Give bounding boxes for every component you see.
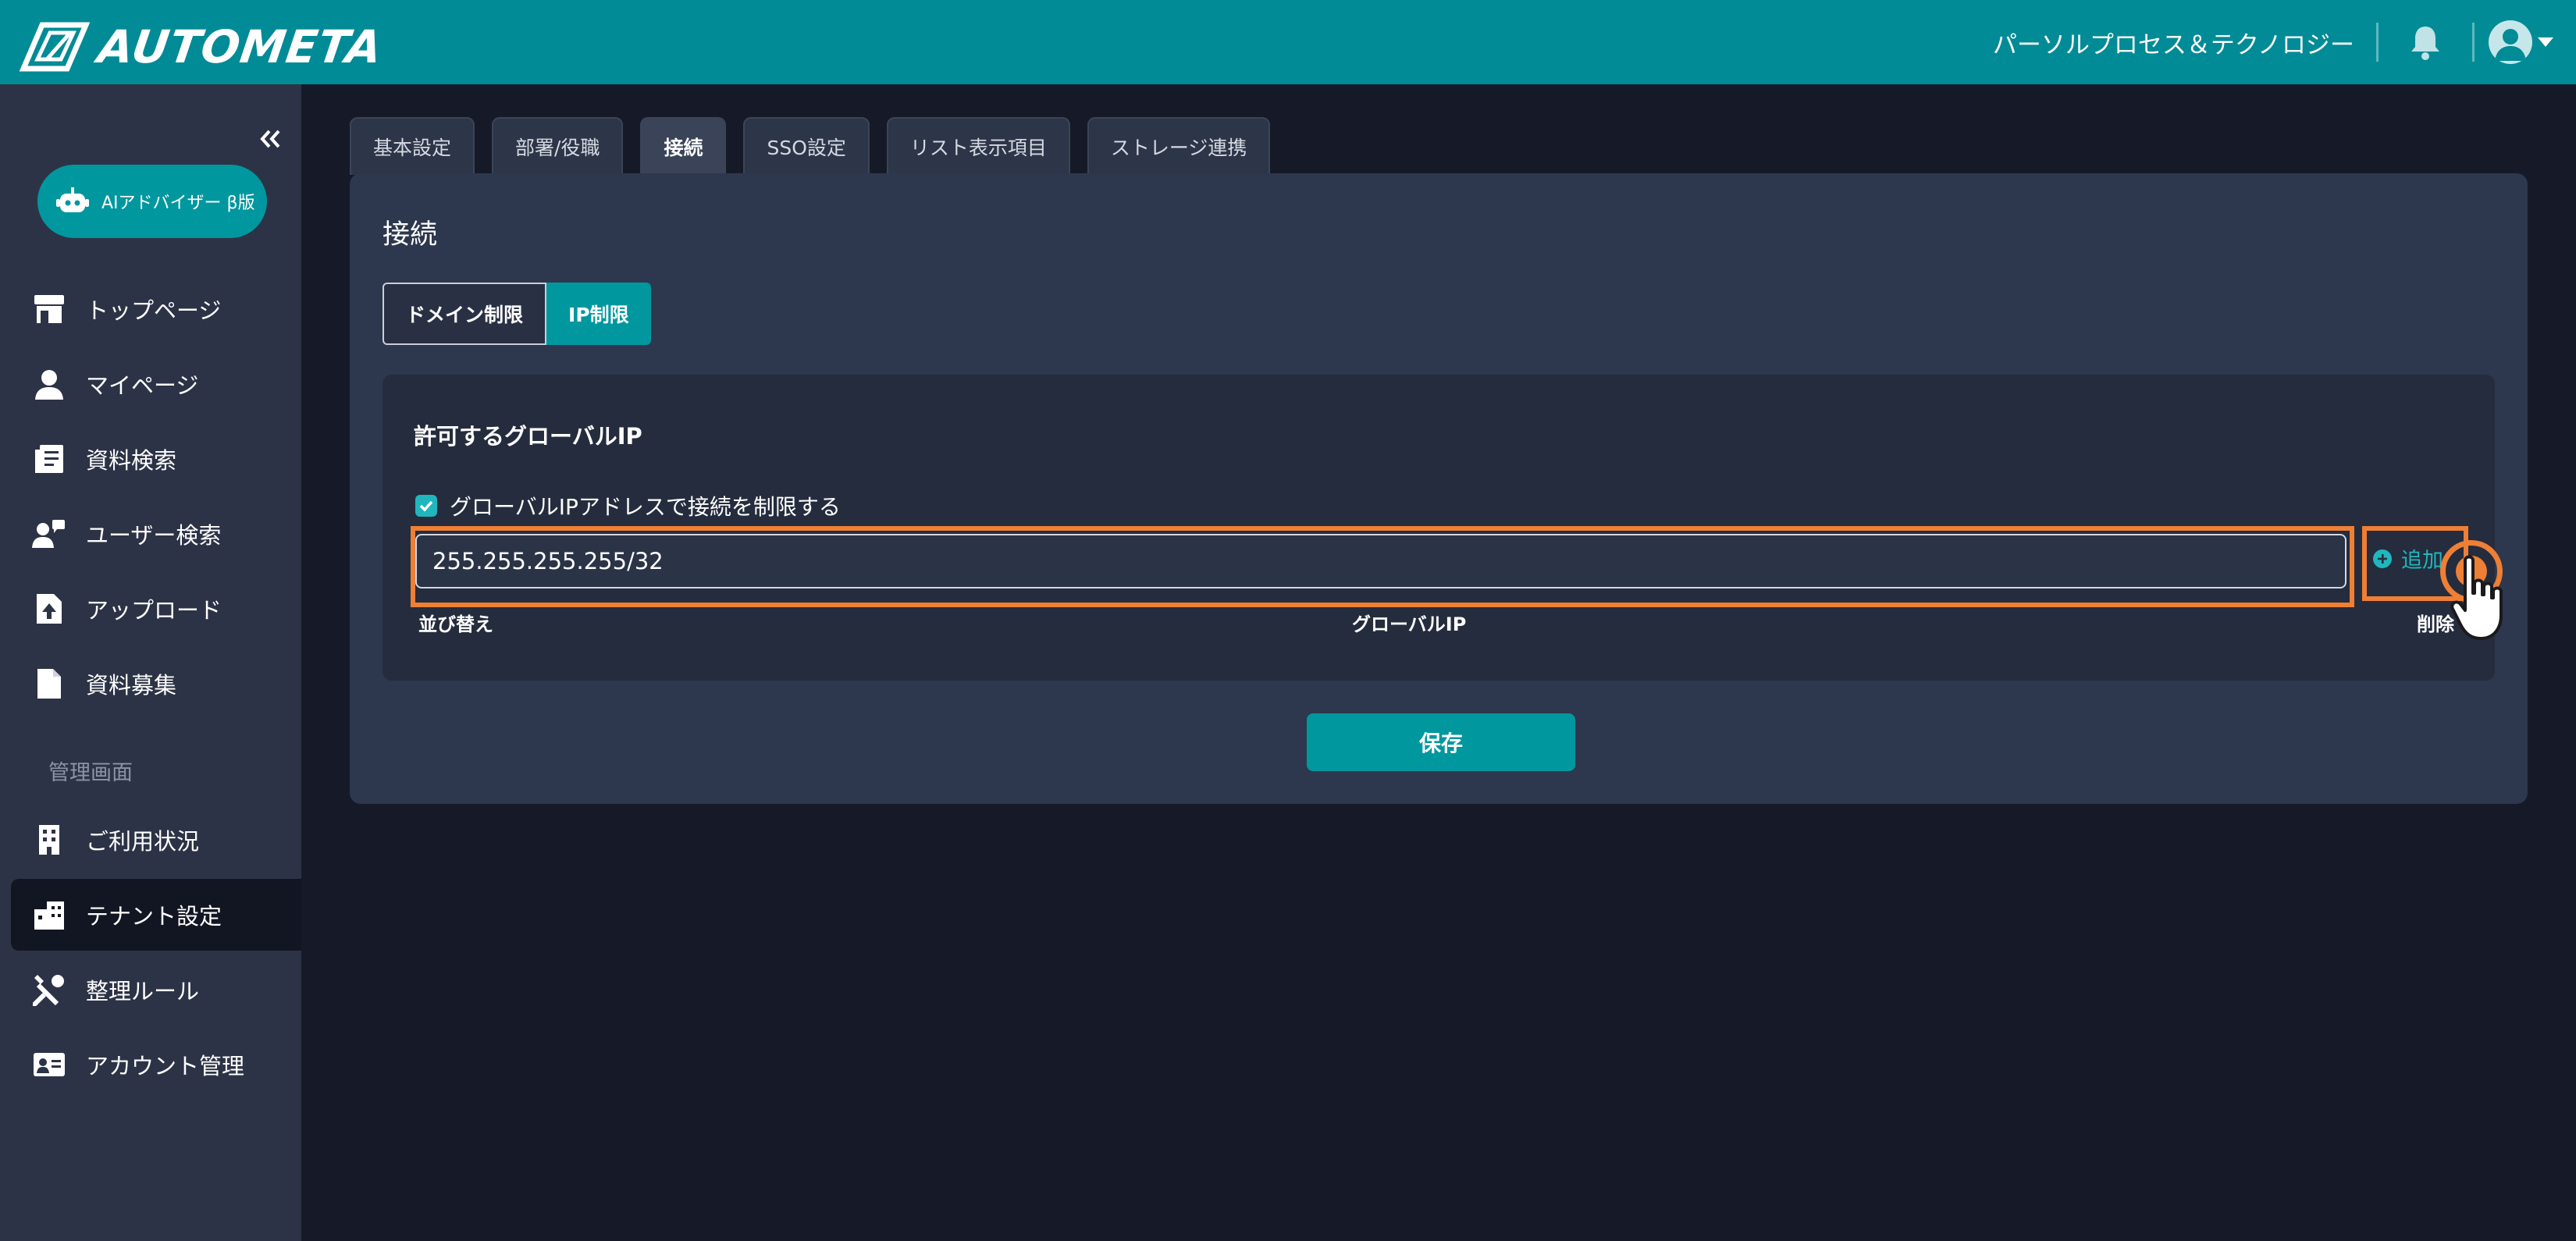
admin-section-label: 管理画面: [48, 761, 133, 785]
add-ip-button[interactable]: 追加: [2373, 543, 2443, 574]
sidebar-item-top-page[interactable]: トップページ: [11, 273, 301, 345]
sidebar-item-organize-rules[interactable]: 整理ルール: [11, 954, 301, 1026]
add-ip-label: 追加: [2401, 549, 2443, 573]
account-menu[interactable]: [2475, 0, 2576, 84]
ai-advisor-label: AIアドバイザー β版: [101, 194, 255, 213]
checkbox-label: グローバルIPアドレスで接続を制限する: [450, 494, 841, 520]
sidebar-item-label: 資料検索: [86, 447, 177, 474]
tab-basic-settings[interactable]: 基本設定: [350, 117, 475, 175]
global-ip-input[interactable]: [415, 534, 2347, 588]
id-card-icon: [31, 1047, 67, 1083]
sidebar-item-label: ユーザー検索: [86, 522, 222, 549]
plus-circle-icon: [2373, 549, 2392, 568]
logo-text: AUTOMETA: [94, 20, 386, 73]
notification-button[interactable]: [2379, 0, 2472, 84]
sidebar-item-label: アップロード: [86, 597, 222, 624]
user-avatar-icon: [2495, 29, 2526, 61]
column-header-delete: 削除: [2417, 613, 2454, 635]
avatar: [2489, 20, 2532, 64]
sidebar-item-label: マイページ: [86, 372, 199, 399]
hand-pointer-icon: [2450, 555, 2503, 640]
tools-icon: [31, 972, 67, 1008]
ai-advisor-button[interactable]: AIアドバイザー β版: [37, 165, 267, 238]
upload-file-icon: [31, 591, 67, 627]
connection-panel: 接続 ドメイン制限 IP制限 許可するグローバルIP グローバルIPアドレスで接…: [350, 173, 2528, 804]
column-header-global-ip: グローバルIP: [1352, 613, 1467, 635]
sidebar-item-my-page[interactable]: マイページ: [11, 348, 301, 420]
sidebar-item-usage[interactable]: ご利用状況: [11, 804, 301, 876]
sidebar-item-user-search[interactable]: ユーザー検索: [11, 498, 301, 570]
file-icon: [31, 666, 67, 702]
user-icon: [31, 366, 67, 402]
tab-storage-integration[interactable]: ストレージ連携: [1087, 117, 1271, 175]
page-title: 接続: [382, 219, 438, 251]
sidebar-item-document-search[interactable]: 資料検索: [11, 423, 301, 495]
logo[interactable]: AUTOMETA: [16, 19, 386, 75]
domain-restriction-button[interactable]: ドメイン制限: [382, 283, 547, 345]
sidebar-item-tenant-settings[interactable]: テナント設定: [11, 879, 301, 951]
column-header-sort: 並び替え: [418, 613, 493, 635]
sidebar: AIアドバイザー β版 トップページ マイページ 資料検索 ユーザー検索 アップ…: [0, 84, 301, 1241]
check-icon: [419, 500, 433, 512]
restriction-type-toggle: ドメイン制限 IP制限: [382, 283, 651, 345]
building-icon: [31, 822, 67, 858]
company-name: パーソルプロセス＆テクノロジー: [1992, 30, 2354, 59]
tab-list-display-items[interactable]: リスト表示項目: [886, 117, 1070, 175]
robot-icon: [56, 187, 89, 212]
sidebar-item-label: テナント設定: [86, 903, 222, 930]
app-header: AUTOMETA パーソルプロセス＆テクノロジー: [0, 0, 2576, 84]
bell-icon: [2411, 27, 2439, 60]
user-search-icon: [31, 516, 67, 552]
store-icon: [31, 291, 67, 327]
settings-tabs: 基本設定 部署/役職 接続 SSO設定 リスト表示項目 ストレージ連携: [350, 117, 1287, 175]
tab-departments[interactable]: 部署/役職: [492, 117, 624, 175]
tab-connection[interactable]: 接続: [640, 117, 727, 175]
ip-restriction-button[interactable]: IP制限: [546, 283, 651, 345]
chevron-down-icon: [2538, 37, 2553, 47]
restrict-ip-checkbox-row[interactable]: グローバルIPアドレスで接続を制限する: [415, 490, 841, 521]
sidebar-item-document-request[interactable]: 資料募集: [11, 648, 301, 720]
double-chevron-left-icon: [260, 130, 280, 148]
sidebar-item-label: トップページ: [86, 297, 222, 324]
restrict-ip-checkbox[interactable]: [415, 495, 437, 517]
sidebar-item-account-management[interactable]: アカウント管理: [11, 1029, 301, 1101]
save-button[interactable]: 保存: [1307, 713, 1575, 771]
document-search-icon: [31, 441, 67, 477]
sidebar-item-upload[interactable]: アップロード: [11, 573, 301, 645]
logo-mark-icon: [19, 22, 91, 72]
tenant-icon: [31, 897, 67, 933]
sidebar-item-label: ご利用状況: [86, 828, 200, 855]
tab-sso-settings[interactable]: SSO設定: [743, 117, 870, 175]
sidebar-item-label: 資料募集: [86, 672, 177, 699]
card-title: 許可するグローバルIP: [414, 423, 642, 450]
sidebar-item-label: 整理ルール: [86, 978, 200, 1005]
sidebar-item-label: アカウント管理: [86, 1053, 245, 1079]
global-ip-card: 許可するグローバルIP グローバルIPアドレスで接続を制限する 追加 並び替え …: [382, 375, 2495, 681]
collapse-sidebar-button[interactable]: [254, 123, 286, 155]
